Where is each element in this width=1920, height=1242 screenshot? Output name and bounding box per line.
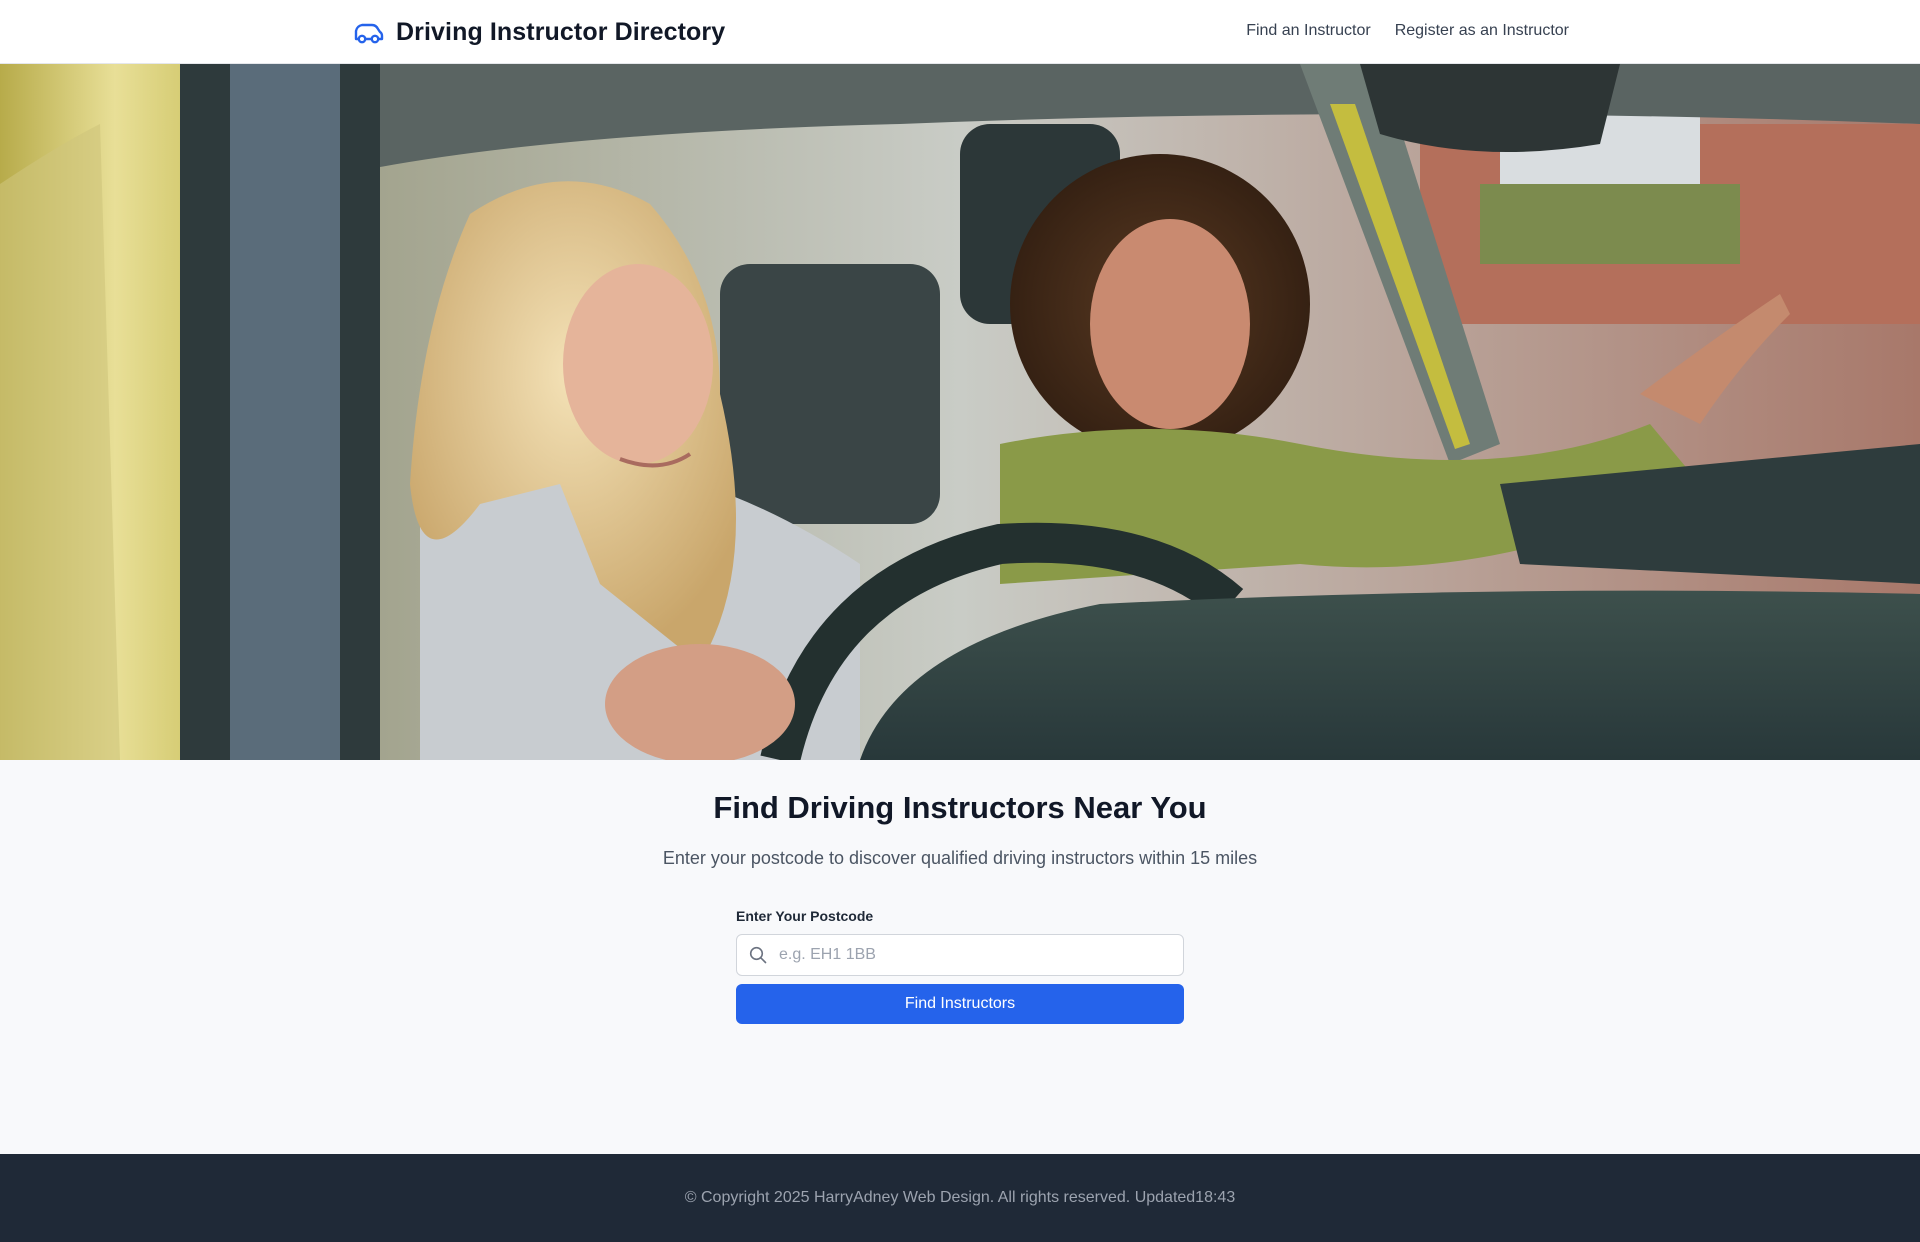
hero-image: [0, 64, 1920, 760]
car-icon: [354, 23, 384, 43]
site-title: Driving Instructor Directory: [396, 18, 726, 46]
page-subtitle: Enter your postcode to discover qualifie…: [662, 848, 1258, 868]
find-instructors-button[interactable]: Find Instructors: [736, 984, 1184, 1024]
site-header: Driving Instructor Directory Find an Ins…: [0, 0, 1920, 64]
copyright-text: © Copyright 2025 HarryAdney Web Design. …: [684, 1189, 1236, 1206]
search-section: Find Driving Instructors Near You Enter …: [0, 760, 1920, 1154]
main-nav: Find an Instructor Register as an Instru…: [1246, 22, 1569, 40]
nav-register-instructor[interactable]: Register as an Instructor: [1395, 22, 1569, 40]
postcode-input[interactable]: [777, 935, 1177, 975]
nav-find-instructor[interactable]: Find an Instructor: [1246, 22, 1371, 40]
search-icon: [749, 946, 767, 964]
brand[interactable]: Driving Instructor Directory: [352, 18, 725, 47]
postcode-label: Enter Your Postcode: [736, 908, 874, 924]
site-footer: © Copyright 2025 HarryAdney Web Design. …: [0, 1154, 1920, 1242]
postcode-search-form: Enter Your Postcode Find Instructors: [736, 908, 1184, 1024]
page-title: Find Driving Instructors Near You: [713, 790, 1207, 825]
postcode-input-wrapper[interactable]: [736, 934, 1184, 976]
hero-photo: [0, 64, 1920, 760]
